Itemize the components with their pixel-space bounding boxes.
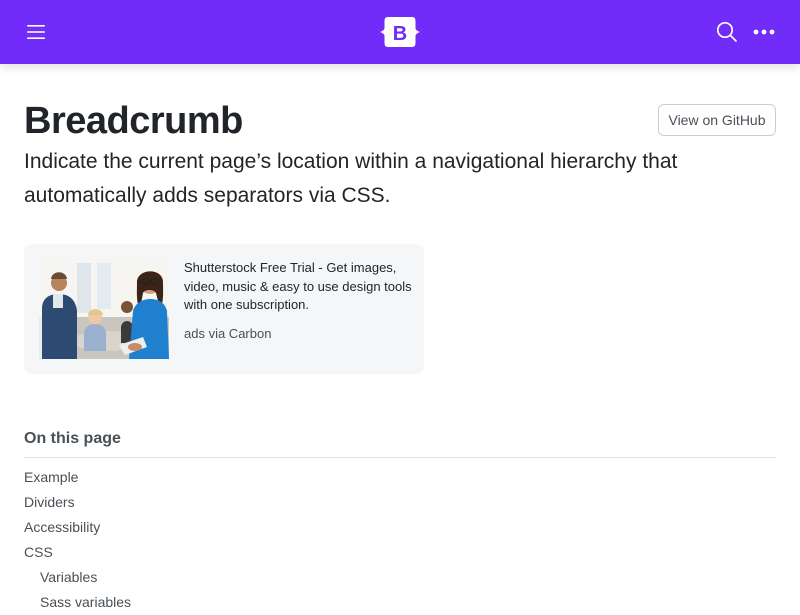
bootstrap-logo-icon: B [380,17,420,47]
search-button[interactable] [712,18,742,46]
toc-item-css[interactable]: CSS [24,540,131,565]
navbar: B [0,0,800,64]
toc-item-variables[interactable]: Variables [24,565,131,590]
ad-image-link[interactable] [39,259,169,359]
brand-home-link[interactable]: B [378,12,422,52]
more-options-button[interactable] [748,18,780,46]
page-title: Breadcrumb [24,100,243,142]
carbon-ad: Shutterstock Free Trial - Get images, vi… [24,244,424,374]
search-icon [716,21,737,42]
toc-item-dividers[interactable]: Dividers [24,490,131,515]
toc-item-sass-variables[interactable]: Sass variables [24,590,131,615]
more-horizontal-icon [753,29,775,35]
toc-item-example[interactable]: Example [24,465,131,490]
page-lead-description: Indicate the current page’s location wit… [24,150,678,207]
toc-divider [24,457,776,458]
view-on-github-button[interactable]: View on GitHub [658,104,776,136]
toc-item-accessibility[interactable]: Accessibility [24,515,131,540]
toc-title: On this page [24,430,121,447]
ad-text-link[interactable]: Shutterstock Free Trial - Get images, vi… [184,259,412,315]
toc-list: Example Dividers Accessibility CSS Varia… [24,465,131,615]
ads-via-carbon-link[interactable]: ads via Carbon [184,326,271,341]
menu-toggle-button[interactable] [22,20,50,44]
hamburger-menu-icon [27,25,45,39]
brand-logo-letter: B [393,23,407,45]
ad-photo-image [39,259,169,359]
